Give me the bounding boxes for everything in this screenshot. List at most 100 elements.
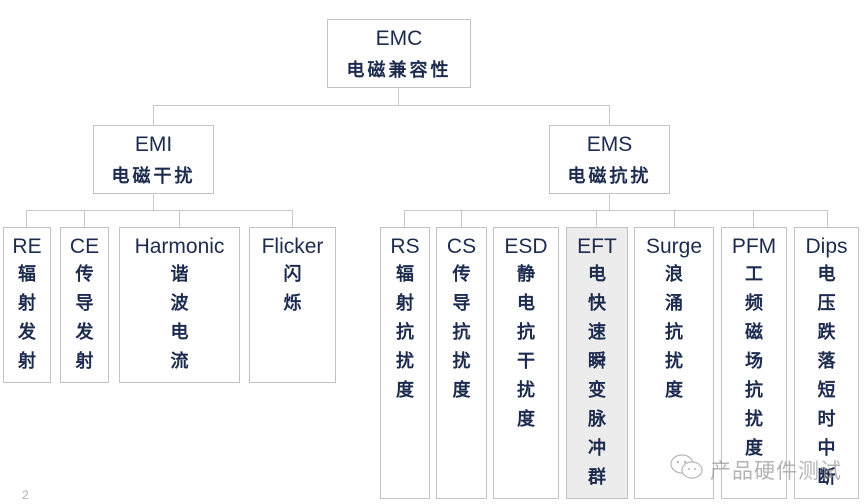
node-esd: ESD 静电抗干扰度 <box>493 227 559 499</box>
node-name-char: 短 <box>817 380 836 401</box>
connector-ems-up <box>609 105 610 125</box>
node-name-char: 磁 <box>745 322 763 343</box>
node-name-char: 传 <box>452 264 471 285</box>
node-name-char: 烁 <box>283 293 302 314</box>
connector-flicker <box>292 210 293 227</box>
node-emi: EMI 电磁干扰 <box>93 125 214 194</box>
node-cs: CS 传导抗扰度 <box>436 227 487 499</box>
node-name-char: 快 <box>588 293 606 314</box>
node-cs-abbr: CS <box>446 235 477 258</box>
connector-ce <box>84 210 85 227</box>
node-esd-abbr: ESD <box>504 235 548 258</box>
node-name-char: 射 <box>396 293 414 314</box>
node-rs-name: 辐射抗扰度 <box>396 260 414 405</box>
node-pfm-name: 工频磁场抗扰度 <box>745 260 763 463</box>
watermark: 产品硬件测试 <box>668 452 842 487</box>
connector-eft <box>674 210 675 227</box>
node-name-char: 浪 <box>665 264 683 285</box>
node-re-abbr: RE <box>12 235 42 258</box>
node-name-char: 度 <box>452 380 471 401</box>
node-name-char: 扰 <box>745 409 763 430</box>
node-name-char: 冲 <box>588 438 606 459</box>
node-name-char: 抗 <box>745 380 763 401</box>
node-name-char: 抗 <box>517 322 535 343</box>
node-name-char: 导 <box>452 293 471 314</box>
node-name-char: 电 <box>170 322 189 343</box>
node-name-char: 瞬 <box>588 351 606 372</box>
node-name-char: 压 <box>817 293 836 314</box>
node-name-char: 变 <box>588 380 606 401</box>
node-rs: RS 辐射抗扰度 <box>380 227 430 499</box>
connector-emi-up <box>153 105 154 125</box>
node-name-char: 扰 <box>665 351 683 372</box>
node-name-char: 干 <box>517 351 535 372</box>
node-name-char: 闪 <box>283 264 302 285</box>
node-ems: EMS 电磁抗扰 <box>549 125 670 194</box>
node-emi-abbr: EMI <box>134 133 173 156</box>
node-name-char: 辐 <box>18 264 36 285</box>
node-name-char: 静 <box>517 264 535 285</box>
node-harmonic-abbr: Harmonic <box>134 235 225 258</box>
connector-ems-down <box>609 193 610 210</box>
node-name-char: 电 <box>517 293 535 314</box>
node-esd-name: 静电抗干扰度 <box>517 260 535 434</box>
connector-root-down <box>398 87 399 105</box>
node-name-char: 落 <box>817 351 836 372</box>
node-name-char: 度 <box>665 380 683 401</box>
node-re-name: 辐射发射 <box>18 260 36 376</box>
connector-esd <box>596 210 597 227</box>
wechat-icon <box>668 452 706 487</box>
connector-emi-horizontal <box>26 210 293 211</box>
node-name-char: 群 <box>588 467 606 488</box>
node-name-char: 扰 <box>396 351 414 372</box>
node-name-char: 度 <box>396 380 414 401</box>
node-cs-name: 传导抗扰度 <box>453 260 471 405</box>
node-name-char: 频 <box>745 293 763 314</box>
node-name-char: 电 <box>588 264 606 285</box>
node-name-char: 抗 <box>396 322 414 343</box>
node-ce-name: 传导发射 <box>76 260 94 376</box>
node-emc-name: 电磁兼容性 <box>346 60 452 81</box>
node-name-char: 涌 <box>665 293 683 314</box>
node-name-char: 谐 <box>170 264 189 285</box>
node-name-char: 时 <box>817 409 836 430</box>
node-ems-name: 电磁抗扰 <box>567 166 652 187</box>
node-name-char: 跌 <box>817 322 836 343</box>
node-name-char: 流 <box>170 351 189 372</box>
node-name-char: 抗 <box>452 322 471 343</box>
node-eft-name: 电快速瞬变脉冲群 <box>588 260 606 492</box>
node-re: RE 辐射发射 <box>3 227 51 383</box>
connector-rs <box>404 210 405 227</box>
node-name-char: 导 <box>75 293 94 314</box>
node-name-char: 传 <box>75 264 94 285</box>
node-ems-abbr: EMS <box>586 133 633 156</box>
page-number: 2 <box>22 488 29 502</box>
node-name-char: 射 <box>18 293 36 314</box>
node-name-char: 度 <box>517 409 535 430</box>
node-name-char: 扰 <box>517 380 535 401</box>
node-name-char: 射 <box>18 351 36 372</box>
node-flicker-name: 闪烁 <box>284 260 302 318</box>
node-pfm-abbr: PFM <box>731 235 777 258</box>
node-emi-name: 电磁干扰 <box>111 166 196 187</box>
node-name-char: 发 <box>75 322 94 343</box>
node-name-char: 电 <box>817 264 836 285</box>
node-surge-name: 浪涌抗扰度 <box>665 260 683 405</box>
connector-level1-horizontal <box>153 105 610 106</box>
node-emc-abbr: EMC <box>375 27 423 50</box>
node-harmonic: Harmonic 谐波电流 <box>119 227 240 383</box>
node-name-char: 抗 <box>665 322 683 343</box>
node-name-char: 场 <box>745 351 763 372</box>
node-name-char: 速 <box>588 322 606 343</box>
node-flicker: Flicker 闪烁 <box>249 227 336 383</box>
watermark-text: 产品硬件测试 <box>710 458 842 483</box>
connector-emi-down <box>153 193 154 210</box>
node-eft: EFT 电快速瞬变脉冲群 <box>566 227 628 499</box>
node-name-char: 辐 <box>396 264 414 285</box>
node-emc: EMC 电磁兼容性 <box>327 19 471 88</box>
node-name-char: 工 <box>745 264 763 285</box>
node-ce: CE 传导发射 <box>60 227 109 383</box>
connector-cs <box>461 210 462 227</box>
node-ce-abbr: CE <box>69 235 100 258</box>
node-rs-abbr: RS <box>390 235 420 258</box>
